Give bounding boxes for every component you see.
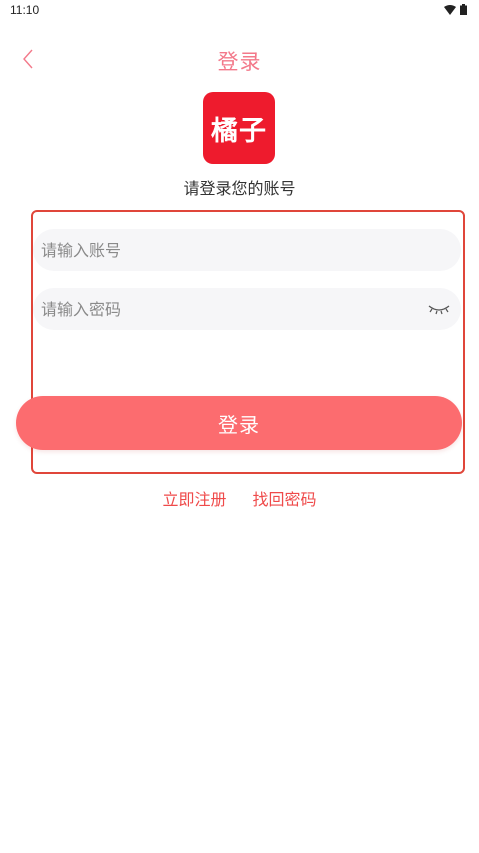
- login-button[interactable]: 登录: [16, 396, 462, 450]
- password-field[interactable]: [33, 288, 461, 330]
- status-bar: 11:10: [0, 0, 479, 22]
- account-field[interactable]: [33, 229, 461, 271]
- account-input[interactable]: [33, 229, 461, 271]
- register-link[interactable]: 立即注册: [162, 486, 226, 510]
- battery-icon: [460, 4, 467, 15]
- status-icons: [444, 4, 467, 15]
- login-subtitle: 请登录您的账号: [183, 179, 296, 198]
- status-time: 11:10: [10, 3, 40, 17]
- forgot-password-link[interactable]: 找回密码: [253, 486, 317, 510]
- login-button-label: 登录: [218, 412, 260, 437]
- bottom-links: 立即注册 找回密码: [0, 486, 479, 510]
- app-logo-text: 橘子: [211, 115, 267, 147]
- nav-bar: 登录: [0, 38, 479, 82]
- page-title: 登录: [217, 50, 262, 74]
- password-input[interactable]: [33, 288, 461, 330]
- app-logo: 橘子: [203, 92, 275, 164]
- login-screen: 11:10 登录 橘子 请登录您的账号 请输入账号 登录 立即注册 找回密码: [0, 0, 479, 853]
- eye-closed-icon[interactable]: [427, 300, 451, 318]
- wifi-icon: [444, 4, 456, 15]
